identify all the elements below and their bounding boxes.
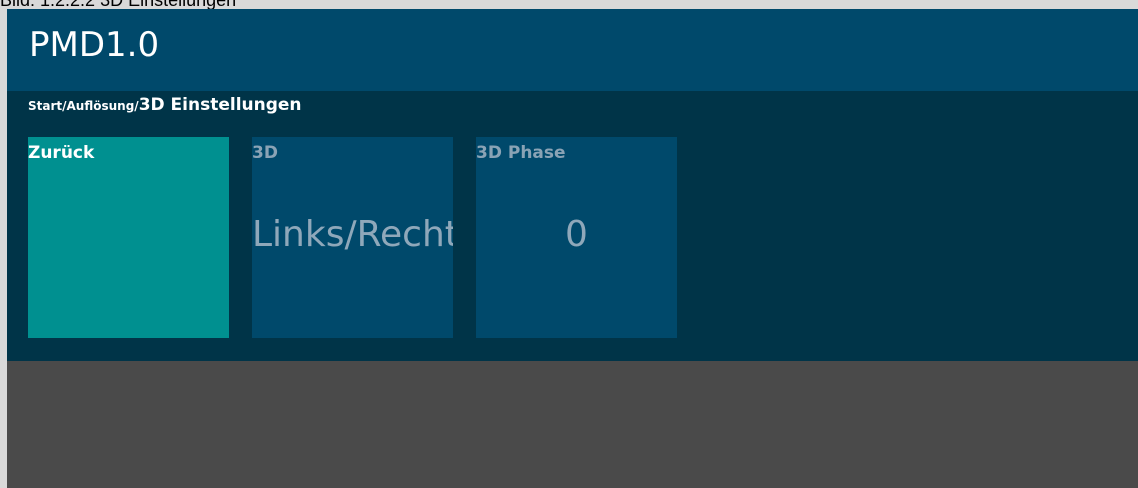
- 3d-phase-value: 0: [565, 214, 588, 255]
- breadcrumb-current: 3D Einstellungen: [138, 95, 302, 115]
- 3d-mode-tile[interactable]: 3D Links/Rechts: [252, 137, 453, 338]
- breadcrumb-path[interactable]: Start/Auflösung/: [28, 99, 139, 113]
- 3d-phase-label: 3D Phase: [476, 143, 566, 163]
- figure-caption: Bild: 1.2.2.2 3D Einstellungen: [0, 0, 237, 10]
- 3d-mode-value: Links/Rechts: [252, 214, 453, 255]
- app-window: PMD1.0 Start/Auflösung/3D Einstellungen …: [7, 9, 1138, 488]
- page: Bild: 1.2.2.2 3D Einstellungen PMD1.0 St…: [0, 0, 1138, 488]
- back-tile[interactable]: Zurück: [28, 137, 229, 338]
- back-tile-label: Zurück: [28, 143, 95, 163]
- settings-panel: Start/Auflösung/3D Einstellungen Zurück …: [7, 91, 1138, 361]
- app-title: PMD1.0: [29, 25, 160, 65]
- breadcrumb: Start/Auflösung/3D Einstellungen: [28, 95, 302, 115]
- app-header: PMD1.0: [7, 9, 1138, 91]
- 3d-phase-tile[interactable]: 3D Phase 0: [476, 137, 677, 338]
- 3d-mode-label: 3D: [252, 143, 278, 163]
